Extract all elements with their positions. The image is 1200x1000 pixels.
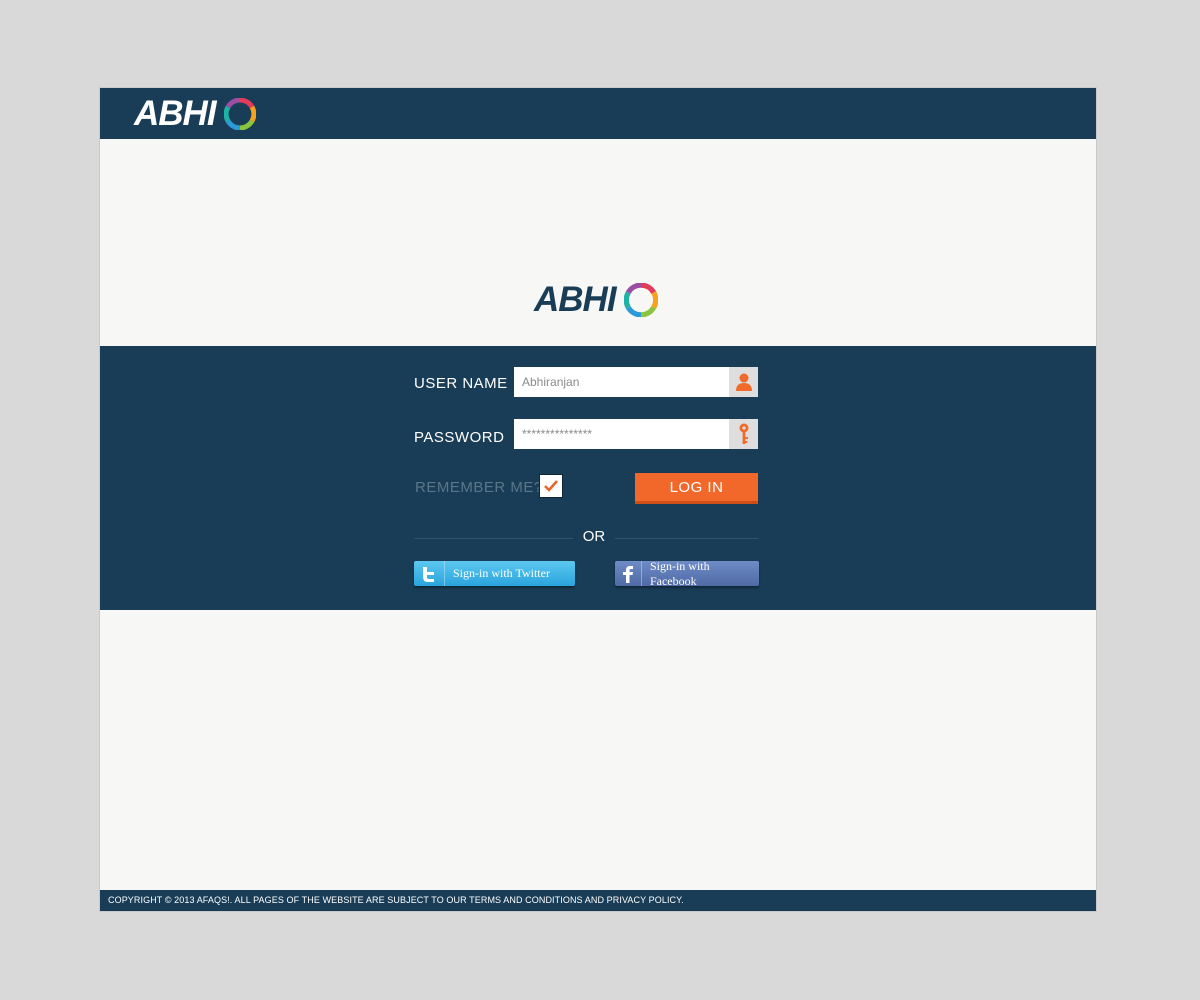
login-panel: USER NAME PASSWORD (100, 346, 1096, 610)
top-bar: ABHI (100, 88, 1096, 139)
facebook-signin-button[interactable]: Sign-in with Facebook (615, 558, 759, 588)
remember-me-checkbox[interactable] (539, 474, 563, 498)
page-frame: ABHI ABHI USER NAME Abhiranjan PASSWORD … (100, 88, 1096, 911)
header-logo[interactable]: ABHI (134, 94, 256, 133)
twitter-signin-label: Sign-in with Twitter (453, 566, 550, 580)
username-label: USER NAME (414, 375, 508, 392)
password-label: PASSWORD (414, 429, 505, 446)
checkmark-icon (544, 480, 558, 492)
colorful-ring-icon (223, 98, 256, 130)
password-field[interactable] (514, 419, 758, 449)
password-input[interactable] (514, 419, 729, 449)
copyright-text: COPYRIGHT © 2013 AFAQS!. ALL PAGES OF TH… (108, 895, 684, 905)
login-button[interactable]: LOG IN (635, 473, 758, 504)
divider-right (615, 538, 758, 539)
twitter-signin-button[interactable]: Sign-in with Twitter (414, 561, 575, 586)
header-logo-text: ABHI (134, 94, 217, 133)
divider-left (414, 538, 573, 539)
facebook-signin-label: Sign-in with Facebook (649, 558, 710, 588)
or-separator: OR (582, 528, 606, 545)
hero-logo-text: ABHI (534, 280, 617, 319)
footer: COPYRIGHT © 2013 AFAQS!. ALL PAGES OF TH… (100, 890, 1096, 911)
username-field[interactable] (514, 367, 758, 397)
twitter-bird-icon (414, 561, 445, 586)
remember-me-label: REMEMBER ME? (415, 479, 543, 496)
key-icon (729, 419, 758, 449)
hero-logo: ABHI (534, 280, 658, 320)
facebook-f-icon (615, 561, 642, 586)
username-input[interactable] (514, 367, 729, 397)
colorful-ring-icon (623, 283, 658, 317)
user-icon (729, 367, 758, 397)
